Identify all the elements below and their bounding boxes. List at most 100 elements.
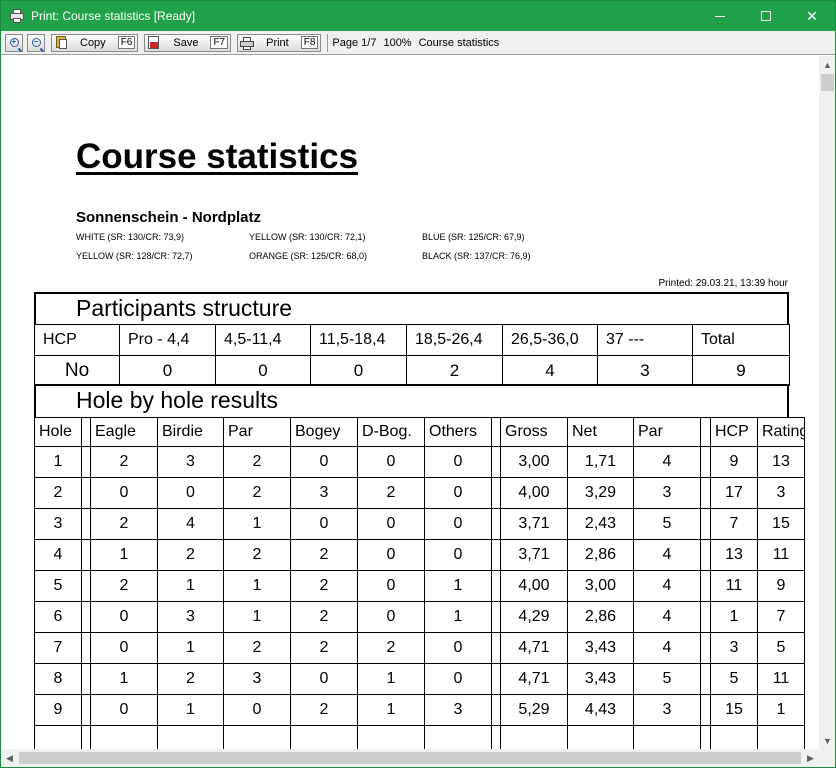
count-cell: 3 <box>597 355 693 386</box>
scroll-right-icon[interactable]: ▶ <box>802 749 819 767</box>
table-cell: 0 <box>290 508 358 540</box>
table-cell: 0 <box>157 477 224 509</box>
horizontal-scroll-thumb[interactable] <box>19 752 801 764</box>
table-cell: 0 <box>424 508 492 540</box>
print-button[interactable]: Print F8 <box>237 33 322 52</box>
column-gap <box>491 725 501 749</box>
count-cell: 0 <box>215 355 311 386</box>
column-gap <box>700 632 711 664</box>
close-button[interactable]: ✕ <box>789 1 835 31</box>
table-cell: 0 <box>90 601 158 633</box>
table-cell: 3,00 <box>567 570 634 602</box>
table-cell: 8 <box>34 663 82 695</box>
tee-info: BLUE (SR: 125/CR: 67,9) <box>422 232 525 242</box>
column-gap <box>491 632 501 664</box>
table-cell: 4 <box>157 508 224 540</box>
table-cell: 4,71 <box>500 632 568 664</box>
minimize-icon <box>715 15 725 17</box>
minimize-button[interactable] <box>697 1 743 31</box>
table-cell: 1 <box>157 694 224 726</box>
table-cell: 3,71 <box>500 508 568 540</box>
table-cell: 13 <box>710 539 758 571</box>
print-preview-window: Print: Course statistics [Ready] ✕ + − C… <box>0 0 836 768</box>
table-cell <box>90 725 158 749</box>
title-bar: Print: Course statistics [Ready] ✕ <box>1 1 835 31</box>
table-cell: 4,71 <box>500 663 568 695</box>
table-row: 3 2 4 1 0 0 0 3,71 2,43 5 7 15 <box>34 508 805 540</box>
table-cell: 1 <box>757 694 805 726</box>
column-gap <box>700 663 711 695</box>
scroll-up-icon[interactable]: ▲ <box>819 56 835 73</box>
table-cell: 3,29 <box>567 477 634 509</box>
table-cell: 5 <box>34 570 82 602</box>
table-cell: 1 <box>157 570 224 602</box>
table-cell: 0 <box>424 632 492 664</box>
scroll-left-icon[interactable]: ◀ <box>1 749 18 767</box>
table-cell: 13 <box>757 446 805 478</box>
table-cell: 0 <box>357 601 425 633</box>
course-name: Sonnenschein - Nordplatz <box>76 209 262 226</box>
column-gap <box>491 508 501 540</box>
column-gap <box>491 663 501 695</box>
tee-info: ORANGE (SR: 125/CR: 68,0) <box>249 251 368 261</box>
table-cell: 15 <box>710 694 758 726</box>
column-gap <box>81 446 91 478</box>
column-gap <box>491 539 501 571</box>
table-cell: 0 <box>290 446 358 478</box>
column-gap <box>700 477 711 509</box>
column-gap <box>81 601 91 633</box>
table-cell: 7 <box>757 601 805 633</box>
table-cell: 1 <box>90 663 158 695</box>
pdf-save-icon <box>147 35 161 50</box>
hcp-range: Total <box>692 324 790 356</box>
table-cell: 15 <box>757 508 805 540</box>
table-cell <box>223 725 291 749</box>
count-cell: 0 <box>310 355 407 386</box>
scroll-down-icon[interactable]: ▼ <box>819 732 835 749</box>
table-cell: 2 <box>357 477 425 509</box>
table-cell <box>424 725 492 749</box>
table-cell: 3 <box>290 477 358 509</box>
document-title: Course statistics <box>76 137 359 176</box>
column-gap <box>81 570 91 602</box>
table-cell: 0 <box>90 632 158 664</box>
printed-timestamp: Printed: 29.03.21, 13:39 hour <box>658 278 788 289</box>
maximize-button[interactable] <box>743 1 789 31</box>
table-cell: 5 <box>710 663 758 695</box>
table-cell: 2,86 <box>567 539 634 571</box>
column-header: D-Bog. <box>357 417 425 447</box>
table-cell: 3 <box>424 694 492 726</box>
zoom-out-button[interactable]: − <box>27 33 45 52</box>
table-cell: 2,43 <box>567 508 634 540</box>
table-cell: 0 <box>424 446 492 478</box>
table-row: 2 0 0 2 3 2 0 4,00 3,29 3 17 3 <box>34 477 805 509</box>
column-gap <box>491 446 501 478</box>
column-gap <box>81 477 91 509</box>
print-shortcut: F8 <box>300 36 319 49</box>
preview-area[interactable]: Course statistics Sonnenschein - Nordpla… <box>1 56 819 749</box>
table-cell: 3 <box>710 632 758 664</box>
zoom-in-button[interactable]: + <box>5 33 23 52</box>
table-cell <box>633 725 701 749</box>
save-button[interactable]: Save F7 <box>144 33 232 52</box>
copy-button[interactable]: Copy F6 <box>51 33 139 52</box>
table-cell: 1 <box>424 601 492 633</box>
clipboard-icon <box>54 35 68 50</box>
table-cell: 0 <box>357 539 425 571</box>
vertical-scroll-thumb[interactable] <box>821 74 834 91</box>
horizontal-scrollbar[interactable]: ◀ ▶ <box>1 749 819 767</box>
vertical-scrollbar[interactable]: ▲ ▼ <box>819 56 835 749</box>
column-gap <box>700 725 711 749</box>
table-cell: 0 <box>424 539 492 571</box>
column-gap <box>81 508 91 540</box>
table-cell: 11 <box>757 539 805 571</box>
no-label: No <box>34 355 120 386</box>
table-cell: 4 <box>633 539 701 571</box>
table-cell: 4,29 <box>500 601 568 633</box>
table-cell: 7 <box>34 632 82 664</box>
hcp-range: 26,5-36,0 <box>502 324 598 356</box>
column-gap <box>81 539 91 571</box>
table-cell: 3,43 <box>567 632 634 664</box>
table-cell: 2 <box>223 477 291 509</box>
tee-info: YELLOW (SR: 130/CR: 72,1) <box>249 232 366 242</box>
